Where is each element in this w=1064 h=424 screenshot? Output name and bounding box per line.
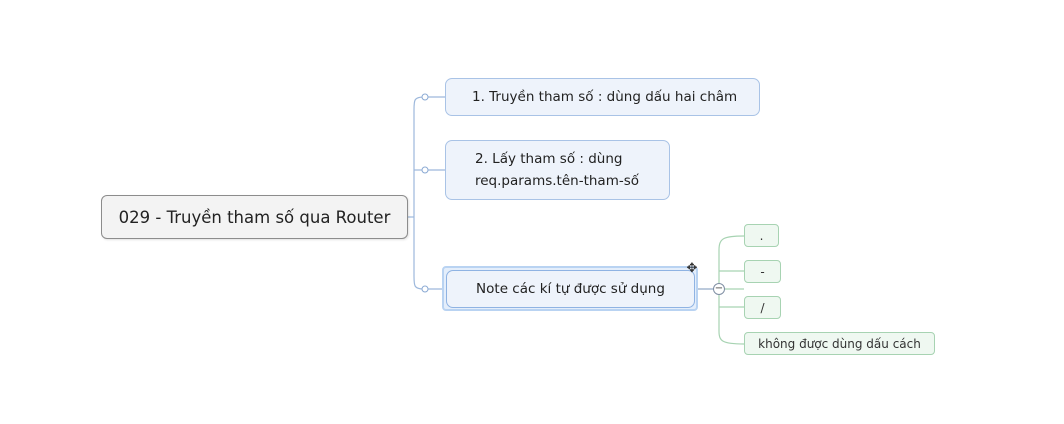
branch-topic-2-line2: req.params.tên-tham-số	[475, 173, 640, 189]
branch-topic-3-label: Note các kí tự được sử dụng	[476, 281, 665, 297]
move-arrows-icon[interactable]: ✥	[685, 262, 699, 276]
branch-topic-1[interactable]: 1. Truyền tham số : dùng dấu hai châm	[445, 78, 760, 116]
subtopic-no-space-label: không được dùng dấu cách	[758, 336, 921, 351]
branch-dot-2	[421, 166, 429, 174]
central-topic[interactable]: 029 - Truyền tham số qua Router	[101, 195, 408, 239]
subtopic-dash[interactable]: -	[744, 260, 781, 283]
subtopic-dash-label: -	[760, 264, 765, 279]
subtopic-no-space[interactable]: không được dùng dấu cách	[744, 332, 935, 355]
central-topic-label: 029 - Truyền tham số qua Router	[118, 207, 391, 227]
subtopic-dot-label: .	[759, 228, 764, 243]
branch-trunk	[413, 96, 425, 290]
subtopic-dot[interactable]: .	[744, 224, 779, 247]
branch-topic-2[interactable]: 2. Lấy tham số : dùng req.params.tên-tha…	[445, 140, 670, 200]
branch-topic-3[interactable]: Note các kí tự được sử dụng	[446, 270, 695, 308]
branch-topic-2-line1: 2. Lấy tham số : dùng	[475, 151, 623, 167]
subtopic-slash[interactable]: /	[744, 296, 781, 319]
branch-topic-1-label: 1. Truyền tham số : dùng dấu hai châm	[472, 89, 738, 105]
branch-dot-1	[421, 93, 429, 101]
branch-dot-3	[421, 285, 429, 293]
subtopic-slash-label: /	[760, 300, 765, 315]
collapse-minus-icon[interactable]: −	[713, 283, 725, 295]
